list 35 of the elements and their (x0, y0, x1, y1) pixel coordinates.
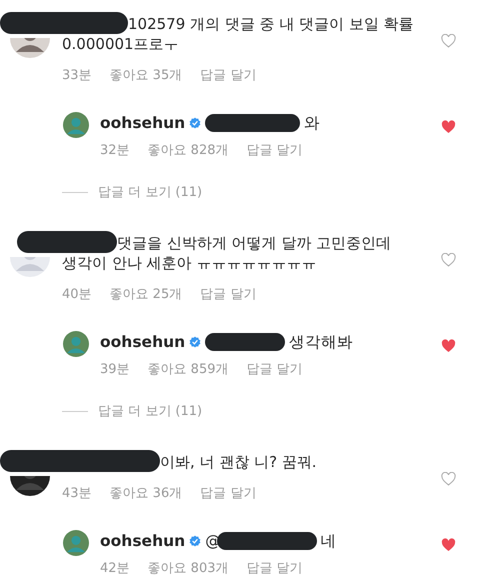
likes-count[interactable]: 좋아요 859개 (148, 360, 228, 378)
view-more-replies-link[interactable]: 답글 더 보기 (11) (98, 402, 202, 420)
username[interactable]: oohsehun (100, 112, 186, 134)
time-label: 33분 (62, 67, 92, 84)
view-more-replies-link[interactable]: 답글 더 보기 (11) (98, 183, 202, 201)
reply-link[interactable]: 답글 달기 (246, 141, 303, 159)
comment-text: 102579 개의 댓글 중 내 댓글이 보일 확률 0.000001프로ㅜ (62, 15, 414, 53)
comment-text: 이봐, 너 괜찮 니? 꿈꿔. (160, 453, 317, 471)
time-label: 32분 (100, 142, 130, 159)
likes-count[interactable]: 좋아요 35개 (110, 66, 182, 84)
reply-text: 네 (320, 531, 337, 552)
heart-icon[interactable] (441, 34, 456, 48)
time-label: 39분 (100, 361, 130, 378)
heart-icon[interactable] (441, 339, 456, 353)
likes-count[interactable]: 좋아요 828개 (148, 141, 228, 159)
likes-count[interactable]: 좋아요 803개 (148, 559, 228, 577)
reply-text: 와 (304, 113, 320, 134)
reply-text: 생각해봐 (289, 332, 354, 353)
username[interactable]: oohsehun (100, 530, 186, 552)
comment-text: 댓글을 신박하게 어떻게 달까 고민중인데 생각이 안나 세훈아 ㅠㅠㅠㅠㅠㅠㅠㅠ (62, 234, 392, 272)
reply-link[interactable]: 답글 달기 (246, 559, 303, 577)
reply-link[interactable]: 답글 달기 (246, 360, 303, 378)
username[interactable]: oohsehun (100, 331, 186, 353)
heart-icon[interactable] (441, 253, 456, 267)
likes-count[interactable]: 좋아요 36개 (110, 484, 182, 502)
heart-icon[interactable] (441, 120, 456, 134)
heart-icon[interactable] (441, 472, 456, 486)
likes-count[interactable]: 좋아요 25개 (110, 285, 182, 303)
time-label: 42분 (100, 560, 130, 577)
heart-icon[interactable] (441, 538, 456, 552)
time-label: 40분 (62, 286, 92, 303)
reply-link[interactable]: 답글 달기 (200, 66, 256, 84)
reply-link[interactable]: 답글 달기 (200, 285, 256, 303)
time-label: 43분 (62, 485, 92, 502)
reply-link[interactable]: 답글 달기 (200, 484, 256, 502)
